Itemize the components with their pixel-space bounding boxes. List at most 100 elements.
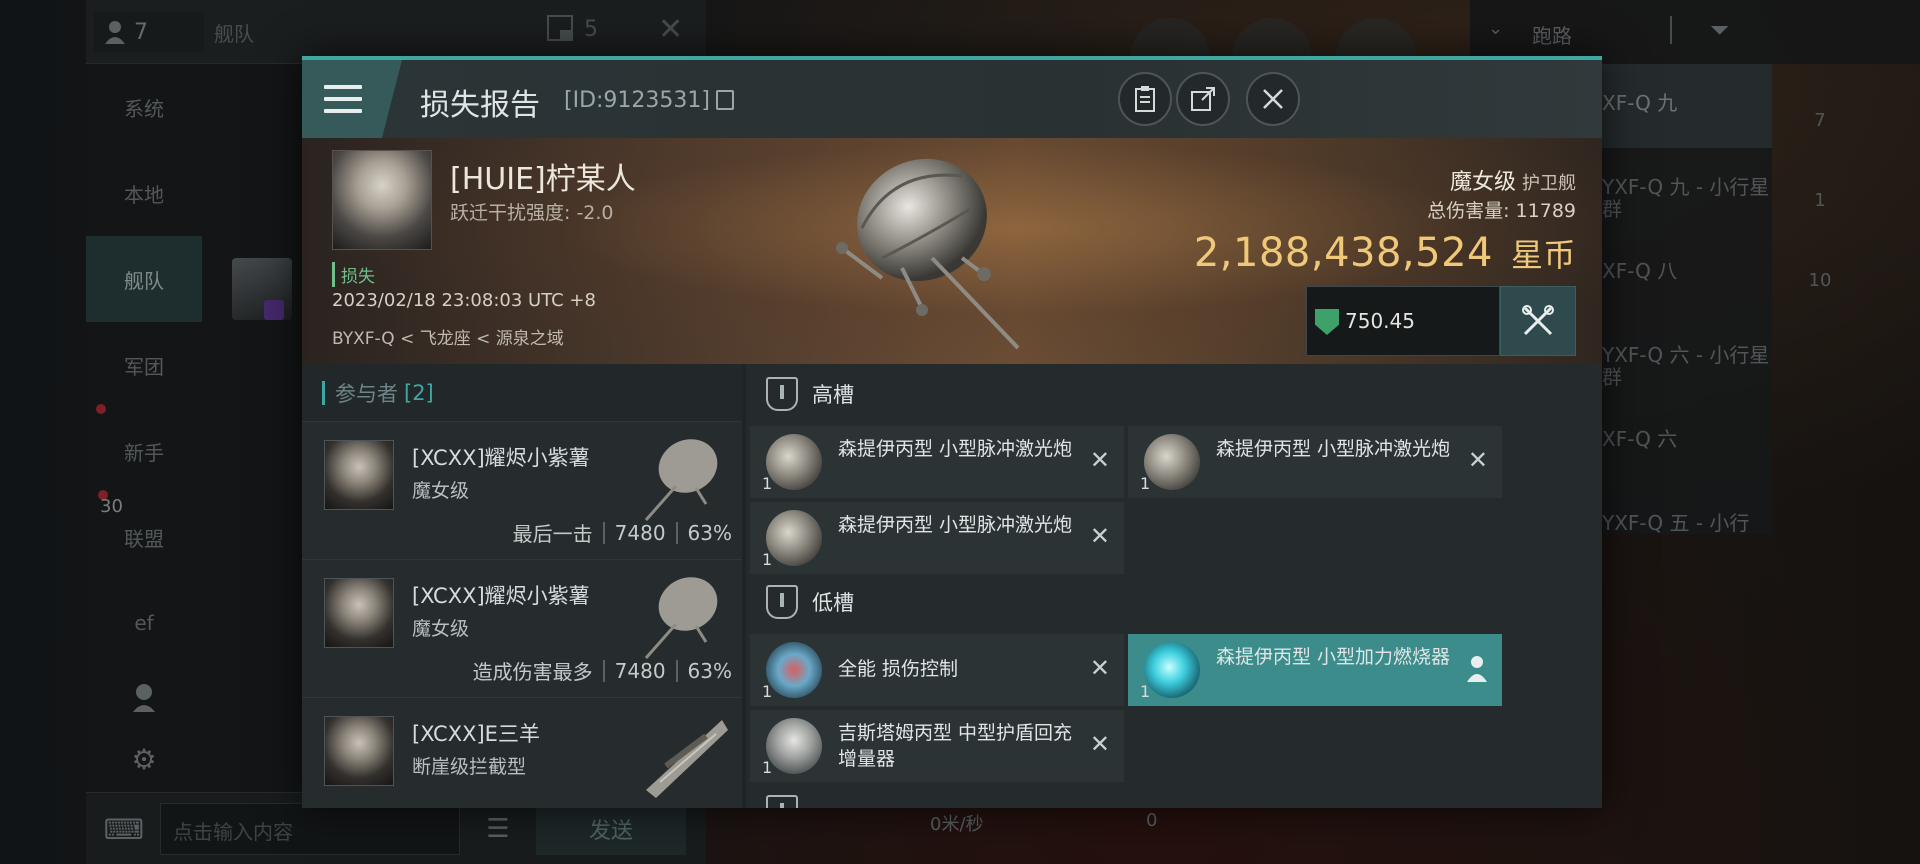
destroyed-icon: ✕: [1089, 522, 1110, 550]
accent-bar: [322, 380, 325, 405]
module-quantity: 1: [762, 758, 773, 777]
avatar[interactable]: [332, 150, 432, 250]
module-item[interactable]: 1 全能 损伤控制 ✕: [750, 634, 1124, 706]
module-name: 森提伊丙型 小型加力燃烧器: [1216, 646, 1451, 668]
list-item[interactable]: [XCXX]耀烬小紫薯 魔女级 造成伤害最多 7480 63%: [302, 560, 742, 698]
shield-booster-icon: [766, 718, 822, 774]
share-button[interactable]: [1176, 72, 1230, 126]
victim-name[interactable]: [HUIE]柠某人: [450, 154, 636, 198]
total-damage: 总伤害量: 11789: [1427, 200, 1576, 222]
report-id: [ID:9123531]: [564, 88, 710, 113]
participant-tag: 造成伤害最多: [472, 660, 593, 684]
participant-ship: 断崖级拦截型: [412, 756, 527, 778]
module-name: 森提伊丙型 小型脉冲激光炮: [838, 514, 1073, 536]
share-icon: [1191, 87, 1215, 111]
high-slot-header: 高槽: [746, 364, 1602, 424]
participant-ship: 魔女级: [412, 618, 470, 640]
module-quantity: 1: [1140, 682, 1151, 701]
divider: [675, 521, 678, 544]
loss-report-dialog: 损失报告 [ID:9123531] [HUIE]柠某人 跃迁干扰强度: -2.0…: [302, 56, 1602, 808]
dialog-header: 损失报告 [ID:9123531]: [302, 60, 1602, 138]
clipboard-button[interactable]: [1118, 72, 1172, 126]
participants-header: 参与者 [2]: [302, 364, 742, 422]
mid-slot-header: [746, 782, 1602, 808]
participant-damage: 7480: [614, 658, 666, 683]
hamburger-icon: [324, 85, 362, 113]
avatar[interactable]: [324, 578, 394, 648]
participants-panel: 参与者 [2] [XCXX]耀烬小紫薯 魔女级 最后一击 7480 63% [X…: [302, 364, 742, 808]
divider: [602, 521, 605, 544]
ship-class-name: 魔女级: [1449, 170, 1516, 195]
participant-percent: 63%: [687, 658, 732, 683]
loss-badge: 损失: [332, 262, 375, 287]
avatar[interactable]: [324, 440, 394, 510]
participant-tag: 最后一击: [512, 522, 593, 546]
module-quantity: 1: [1140, 474, 1151, 493]
person-icon: [1467, 656, 1487, 682]
module-name: 全能 损伤控制: [838, 658, 959, 680]
module-item[interactable]: 1 森提伊丙型 小型脉冲激光炮 ✕: [750, 426, 1124, 498]
module-item[interactable]: 1 森提伊丙型 小型脉冲激光炮 ✕: [750, 502, 1124, 574]
isk-amount: 2,188,438,524: [1193, 230, 1493, 276]
loss-timestamp: 2023/02/18 23:08:03 UTC +8: [332, 290, 596, 311]
fitting-button[interactable]: [1500, 286, 1576, 356]
destroyed-icon: ✕: [1089, 446, 1110, 474]
mid-slot-icon: [766, 795, 798, 808]
ship-class: 魔女级 护卫舰: [1450, 164, 1576, 196]
destroyed-icon: ✕: [1089, 730, 1110, 758]
divider: [602, 659, 605, 682]
ship-icon: [644, 577, 718, 659]
participant-stats: 最后一击 7480 63%: [513, 518, 732, 547]
ship-image: [836, 158, 1020, 350]
page-title: 损失报告: [420, 88, 540, 123]
close-button[interactable]: [1246, 72, 1300, 126]
ship-category: 护卫舰: [1522, 173, 1576, 194]
avatar[interactable]: [324, 716, 394, 786]
wrench-icon: [1522, 305, 1554, 336]
module-name: 森提伊丙型 小型脉冲激光炮: [838, 438, 1073, 460]
afterburner-icon: [1144, 642, 1200, 698]
fitting-value: 750.45: [1345, 309, 1415, 333]
participants-label: 参与者: [335, 381, 398, 406]
ship-icon: [646, 720, 728, 798]
participant-ship: 魔女级: [412, 480, 470, 502]
modules-panel: 高槽 1 森提伊丙型 小型脉冲激光炮 ✕ 1 森提伊丙型 小型脉冲激光炮 ✕ 1…: [746, 364, 1602, 808]
laser-icon: [766, 510, 822, 566]
module-item[interactable]: 1 森提伊丙型 小型加力燃烧器: [1128, 634, 1502, 706]
participant-stats: 造成伤害最多 7480 63%: [473, 656, 732, 685]
fitting-value-box: 750.45: [1306, 286, 1500, 356]
laser-icon: [1144, 434, 1200, 490]
module-quantity: 1: [762, 550, 773, 569]
list-item[interactable]: [XCXX]E三羊 断崖级拦截型: [302, 698, 742, 808]
module-item[interactable]: 1 吉斯塔姆丙型 中型护盾回充增量器 ✕: [750, 710, 1124, 782]
module-quantity: 1: [762, 474, 773, 493]
clipboard-icon: [1135, 86, 1155, 112]
module-item[interactable]: 1 森提伊丙型 小型脉冲激光炮 ✕: [1128, 426, 1502, 498]
module-quantity: 1: [762, 682, 773, 701]
participants-count: [2]: [404, 380, 434, 405]
loss-location[interactable]: BYXF-Q < 飞龙座 < 源泉之域: [332, 324, 564, 349]
high-slot-label: 高槽: [812, 383, 854, 407]
ship-icon: [644, 439, 718, 521]
isk-unit: 星币: [1510, 236, 1576, 274]
participant-name: [XCXX]E三羊: [412, 722, 540, 746]
isk-value: 2,188,438,524 星币: [1194, 230, 1576, 276]
shield-icon: [1315, 309, 1339, 335]
low-slot-label: 低槽: [812, 591, 854, 615]
module-name: 森提伊丙型 小型脉冲激光炮: [1216, 438, 1451, 460]
participant-percent: 63%: [687, 520, 732, 545]
high-slot-icon: [766, 377, 798, 411]
destroyed-icon: ✕: [1089, 654, 1110, 682]
participant-name: [XCXX]耀烬小紫薯: [412, 446, 590, 470]
participant-name: [XCXX]耀烬小紫薯: [412, 584, 590, 608]
laser-icon: [766, 434, 822, 490]
copy-icon[interactable]: [716, 90, 734, 110]
low-slot-header: 低槽: [746, 572, 1602, 632]
list-item[interactable]: [XCXX]耀烬小紫薯 魔女级 最后一击 7480 63%: [302, 422, 742, 560]
divider: [675, 659, 678, 682]
damage-control-icon: [766, 642, 822, 698]
low-slot-icon: [766, 585, 798, 619]
close-icon: [1263, 89, 1283, 109]
menu-button[interactable]: [302, 60, 402, 138]
participant-damage: 7480: [614, 520, 666, 545]
